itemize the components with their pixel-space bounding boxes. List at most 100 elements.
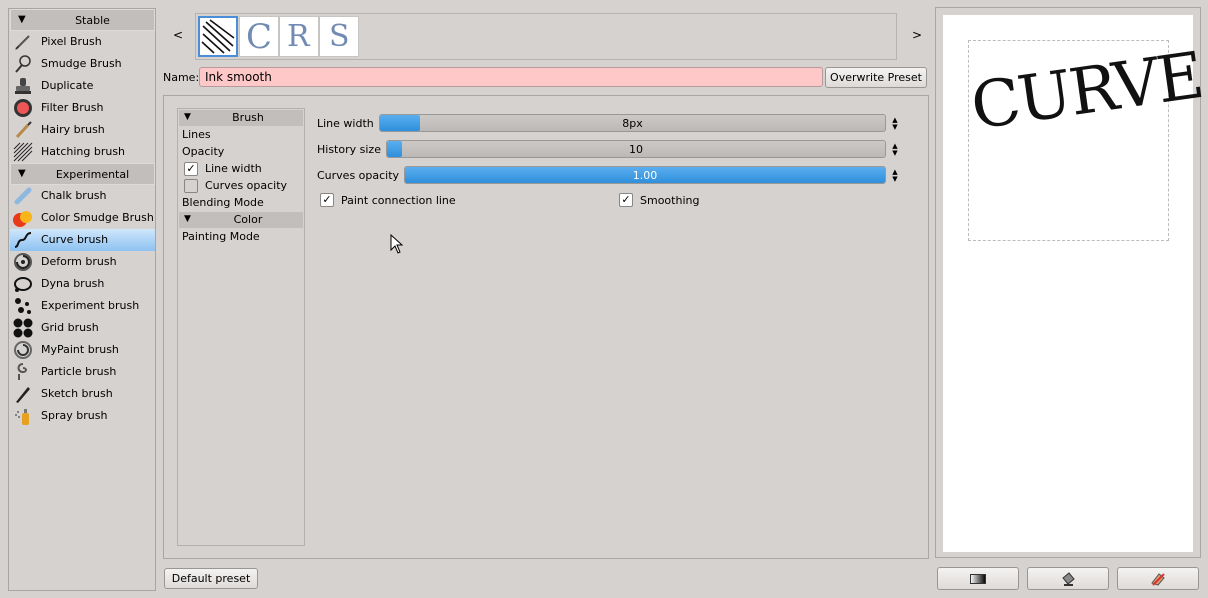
option-painting-mode[interactable]: Painting Mode <box>182 230 260 243</box>
engine-label: Experiment brush <box>41 299 140 312</box>
engine-item-chalk-brush[interactable]: Chalk brush <box>10 185 155 207</box>
line-width-checkbox[interactable]: ✓ <box>184 162 198 176</box>
slider-value: 1.00 <box>632 169 658 182</box>
engine-item-particle-brush[interactable]: Particle brush <box>10 361 155 383</box>
engine-item-dyna-brush[interactable]: Dyna brush <box>10 273 155 295</box>
engine-item-hatching-brush[interactable]: Hatching brush <box>10 141 155 163</box>
history-size-label: History size <box>317 143 381 156</box>
pixel-brush-icon <box>15 35 30 50</box>
engine-item-hairy-brush[interactable]: Hairy brush <box>10 119 155 141</box>
brush-engine-list: ▼ Stable Pixel Brush Smudge Brush Duplic… <box>8 8 156 591</box>
smoothing-label[interactable]: Smoothing <box>640 194 699 207</box>
hairy-brush-icon <box>15 121 32 139</box>
smudge-brush-icon <box>15 55 31 73</box>
option-curves-opacity[interactable]: Curves opacity <box>205 179 287 192</box>
engine-label: Particle brush <box>41 365 117 378</box>
option-category-list: ▼ Brush Lines Opacity ✓ Line width Curve… <box>177 108 305 546</box>
preview-scratch-area[interactable]: CURVE <box>967 39 1207 241</box>
color-smudge-icon <box>13 211 32 227</box>
engine-item-spray-brush[interactable]: Spray brush <box>10 405 155 427</box>
stamp-icon <box>15 78 31 94</box>
engine-label: MyPaint brush <box>41 343 119 356</box>
option-group-label: Brush <box>232 111 264 124</box>
collapse-arrow-icon: ▼ <box>184 214 191 224</box>
option-lines[interactable]: Lines <box>182 128 211 141</box>
filter-brush-icon <box>14 99 32 117</box>
engine-label: Color Smudge Brush <box>41 211 154 224</box>
engine-label: Hairy brush <box>41 123 105 136</box>
thumb-letter: S <box>329 19 350 54</box>
engine-item-filter-brush[interactable]: Filter Brush <box>10 97 155 119</box>
slider-value: 8px <box>622 117 643 130</box>
paint-connection-line-label[interactable]: Paint connection line <box>341 194 456 207</box>
engine-item-color-smudge-brush[interactable]: Color Smudge Brush <box>10 207 155 229</box>
engine-item-pixel-brush[interactable]: Pixel Brush <box>10 31 155 53</box>
line-width-label: Line width <box>317 117 374 130</box>
spray-brush-icon <box>15 409 29 425</box>
engine-item-curve-brush[interactable]: Curve brush <box>10 229 155 251</box>
engine-item-duplicate[interactable]: Duplicate <box>10 75 155 97</box>
engine-label: Grid brush <box>41 321 99 334</box>
option-line-width[interactable]: Line width <box>205 162 262 175</box>
sketch-brush-icon <box>16 387 30 403</box>
engine-item-deform-brush[interactable]: Deform brush <box>10 251 155 273</box>
paint-connection-line-checkbox[interactable]: ✓ <box>320 193 334 207</box>
group-label: Experimental <box>55 168 130 181</box>
option-blending-mode[interactable]: Blending Mode <box>182 196 264 209</box>
engine-item-grid-brush[interactable]: Grid brush <box>10 317 155 339</box>
curves-opacity-spin-arrows-icon[interactable]: ▲ ▼ <box>889 169 901 183</box>
preset-next-button[interactable]: > <box>912 28 922 42</box>
history-size-spin-arrows-icon[interactable]: ▲ ▼ <box>889 143 901 157</box>
collapse-arrow-icon: ▼ <box>18 14 26 25</box>
option-opacity[interactable]: Opacity <box>182 145 224 158</box>
history-size-slider[interactable]: 10 <box>386 140 886 158</box>
group-header-experimental[interactable]: ▼ Experimental <box>10 163 155 185</box>
curves-opacity-checkbox[interactable] <box>184 179 198 193</box>
engine-label: Spray brush <box>41 409 108 422</box>
mypaint-brush-icon <box>14 341 32 359</box>
engine-label: Smudge Brush <box>41 57 122 70</box>
engine-label: Hatching brush <box>41 145 126 158</box>
option-group-brush[interactable]: ▼ Brush <box>179 110 303 126</box>
engine-label: Pixel Brush <box>41 35 102 48</box>
engine-item-smudge-brush[interactable]: Smudge Brush <box>10 53 155 75</box>
overwrite-preset-button[interactable]: Overwrite Preset <box>825 67 927 88</box>
engine-item-sketch-brush[interactable]: Sketch brush <box>10 383 155 405</box>
preset-name-input[interactable] <box>199 67 823 87</box>
curve-brush-icon <box>14 232 32 248</box>
chalk-icon <box>14 187 32 205</box>
grid-brush-icon <box>13 318 33 338</box>
slider-value: 10 <box>629 143 643 156</box>
curves-opacity-label: Curves opacity <box>317 169 400 182</box>
engine-item-mypaint-brush[interactable]: MyPaint brush <box>10 339 155 361</box>
engine-label: Deform brush <box>41 255 117 268</box>
preset-thumb-c[interactable]: C <box>239 16 279 57</box>
preset-thumb-r[interactable]: R <box>279 16 319 57</box>
dyna-brush-icon <box>14 277 32 292</box>
fill-preview-button[interactable] <box>1027 567 1109 590</box>
hatching-brush-icon <box>13 142 33 162</box>
thumb-letter: R <box>287 19 310 54</box>
line-width-spin-arrows-icon[interactable]: ▲ ▼ <box>889 117 901 131</box>
default-preset-button[interactable]: Default preset <box>164 568 258 589</box>
engine-label: Sketch brush <box>41 387 113 400</box>
clear-preview-button[interactable] <box>937 567 1019 590</box>
preset-thumb-ink-smooth[interactable] <box>198 16 238 57</box>
curves-opacity-slider[interactable]: 1.00 <box>404 166 886 184</box>
deform-brush-icon <box>14 253 32 271</box>
preset-strip: C R S <box>195 13 897 60</box>
option-group-label: Color <box>233 213 263 226</box>
engine-label: Chalk brush <box>41 189 107 202</box>
engine-label: Curve brush <box>41 233 109 246</box>
option-group-color[interactable]: ▼ Color <box>179 212 303 228</box>
engine-label: Duplicate <box>41 79 94 92</box>
preview-stroke-text: CURVE <box>966 39 1207 145</box>
smoothing-checkbox[interactable]: ✓ <box>619 193 633 207</box>
preset-prev-button[interactable]: < <box>173 28 183 42</box>
engine-item-experiment-brush[interactable]: Experiment brush <box>10 295 155 317</box>
preset-thumb-s[interactable]: S <box>319 16 359 57</box>
eraser-icon <box>1151 573 1165 586</box>
group-header-stable[interactable]: ▼ Stable <box>10 9 155 31</box>
line-width-slider[interactable]: 8px <box>379 114 886 132</box>
reset-preview-button[interactable] <box>1117 567 1199 590</box>
